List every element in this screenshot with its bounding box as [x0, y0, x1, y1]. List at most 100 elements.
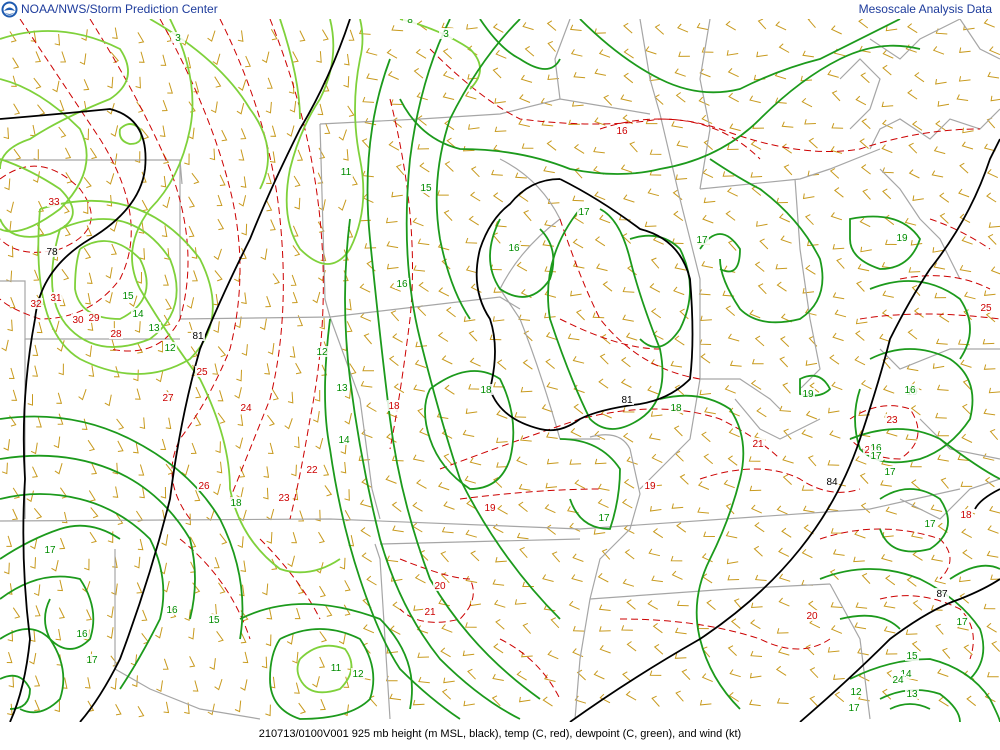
wind-barb — [263, 487, 269, 500]
wind-barb — [676, 522, 687, 533]
temperature-label: 20 — [806, 611, 818, 622]
wind-barb — [112, 486, 119, 498]
wind-barb — [862, 188, 871, 200]
wind-barb — [441, 526, 454, 534]
wind-barb — [162, 196, 171, 209]
wind-barb — [594, 68, 606, 76]
wind-barb — [855, 330, 865, 341]
wind-barb — [359, 499, 372, 508]
wind-barb — [338, 199, 347, 211]
wind-barb — [491, 169, 503, 176]
wind-barb — [195, 386, 202, 399]
wind-barb — [414, 573, 426, 584]
wind-barb — [519, 546, 528, 559]
wind-barb — [782, 474, 792, 485]
wind-barb — [492, 192, 504, 203]
wind-barb — [907, 329, 918, 340]
wind-barb — [492, 579, 505, 586]
wind-barb — [991, 640, 1000, 652]
wind-barb — [776, 628, 789, 634]
wind-barb — [293, 175, 301, 187]
wind-barb — [518, 94, 531, 103]
wind-barb — [904, 217, 917, 226]
wind-barb — [802, 288, 815, 294]
wind-barb — [597, 483, 610, 491]
temperature-label: 22 — [306, 465, 318, 476]
wind-barb — [419, 162, 430, 173]
wind-barb — [85, 345, 92, 358]
wind-barb — [390, 310, 400, 322]
wind-barb — [883, 601, 896, 609]
dewpoint-label: 12 — [316, 347, 328, 358]
wind-barb — [597, 573, 609, 583]
wind-barb — [908, 142, 918, 154]
wind-barb — [754, 522, 765, 533]
wind-barb — [58, 363, 64, 376]
wind-barb — [854, 622, 867, 630]
wind-barb — [674, 627, 687, 635]
wind-barb — [214, 270, 223, 282]
wind-barb — [315, 437, 324, 450]
wind-barb — [959, 47, 971, 53]
wind-barb — [521, 143, 534, 149]
wind-barb — [647, 385, 659, 395]
wind-barb — [550, 617, 560, 629]
wind-barb — [385, 217, 398, 224]
wind-barb — [700, 353, 711, 364]
wind-barb — [777, 647, 790, 656]
wind-barb — [776, 698, 789, 704]
wind-barb — [496, 437, 508, 444]
wind-barb — [757, 283, 767, 295]
wind-barb — [88, 365, 95, 377]
wind-barb — [729, 360, 742, 367]
wind-barb — [625, 690, 637, 701]
wind-barb — [703, 531, 715, 537]
wind-barb — [650, 257, 660, 269]
wind-barb — [809, 695, 819, 707]
wind-barb — [212, 363, 219, 375]
wind-barb — [291, 532, 298, 544]
wind-barb — [623, 194, 635, 203]
wind-barb — [959, 264, 972, 273]
wind-barb — [265, 101, 272, 114]
temperature-label: 30 — [72, 315, 84, 326]
wind-barb — [621, 625, 633, 631]
wind-barb — [417, 652, 430, 658]
wind-barb — [805, 644, 815, 656]
wind-barb — [184, 153, 190, 166]
wind-barb — [809, 667, 819, 679]
wind-barb — [386, 241, 399, 249]
wind-barb — [445, 306, 456, 318]
noaa-logo-icon — [1, 1, 18, 18]
wind-barb — [107, 76, 114, 89]
wind-barb — [443, 677, 455, 684]
wind-barb — [933, 262, 946, 270]
product-title: Mesoscale Analysis Data — [858, 2, 992, 16]
wind-barb — [882, 64, 892, 76]
wind-barb — [934, 292, 947, 299]
wind-barb — [210, 101, 218, 114]
wind-barb — [775, 21, 787, 31]
wind-barb — [757, 19, 767, 30]
wind-barb — [159, 125, 166, 137]
wind-barb — [778, 573, 791, 582]
dewpoint-label: 17 — [884, 467, 896, 478]
wind-barb — [749, 699, 761, 707]
wind-barb — [59, 537, 66, 550]
wind-barb — [697, 481, 710, 490]
wind-barb — [834, 691, 845, 703]
wind-barb — [115, 704, 122, 716]
wind-barb — [937, 430, 949, 437]
wind-barb — [749, 95, 761, 104]
wind-barb — [650, 411, 663, 417]
wind-barb — [932, 363, 945, 369]
wind-barb — [37, 104, 46, 116]
wind-barb — [32, 344, 39, 357]
wind-barb — [83, 247, 92, 260]
wind-barb — [216, 631, 224, 643]
dewpoint-label: 17 — [86, 655, 98, 666]
wind-barb — [440, 647, 451, 658]
wind-barb — [905, 434, 918, 441]
dewpoint-label: 15 — [420, 183, 432, 194]
wind-barb — [883, 626, 896, 634]
